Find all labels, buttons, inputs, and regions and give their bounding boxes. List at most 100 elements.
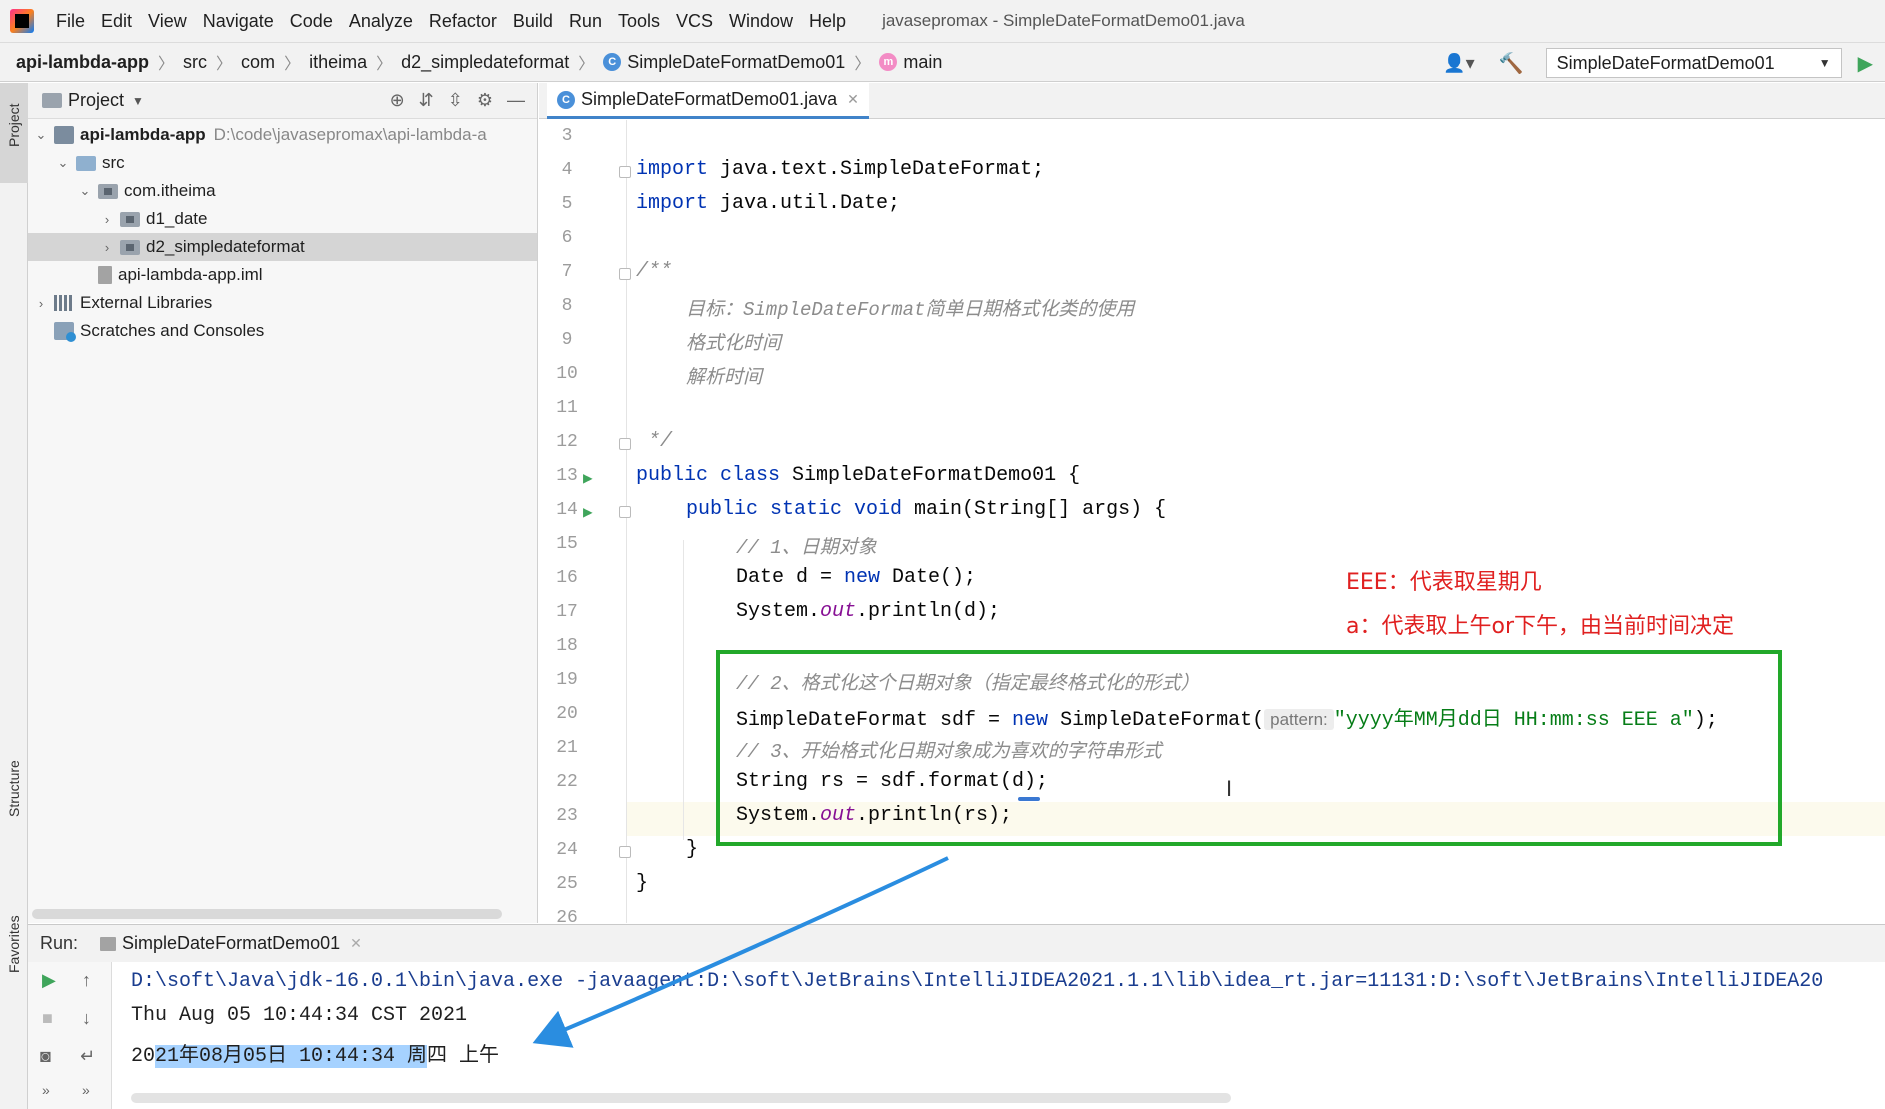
code-line-12: */ bbox=[636, 430, 673, 453]
nav-toolbar: 👤▾ 🔨 SimpleDateFormatDemo01 ▼ ▶ bbox=[1443, 43, 1885, 83]
tree-item-com-itheima[interactable]: ⌄ com.itheima bbox=[28, 177, 537, 205]
tree-item-label: com.itheima bbox=[124, 181, 216, 200]
soft-wrap-icon[interactable]: ↵ bbox=[80, 1046, 95, 1067]
package-icon bbox=[120, 211, 140, 227]
tree-item-label: Scratches and Consoles bbox=[80, 321, 265, 340]
run-configuration-select[interactable]: SimpleDateFormatDemo01 ▼ bbox=[1545, 48, 1842, 78]
tree-item-label: api-lambda-app bbox=[80, 125, 206, 144]
menu-help[interactable]: Help bbox=[801, 11, 854, 32]
run-tab[interactable]: SimpleDateFormatDemo01 ✕ bbox=[100, 933, 362, 954]
breadcrumb-method-label: main bbox=[903, 51, 943, 72]
breadcrumb-separator-icon: 〉 bbox=[854, 56, 871, 73]
tree-item-scratches[interactable]: Scratches and Consoles bbox=[28, 317, 537, 345]
line-number: 9 bbox=[561, 330, 573, 350]
chevron-down-icon[interactable]: ⌄ bbox=[34, 127, 48, 143]
horizontal-scrollbar[interactable] bbox=[131, 1093, 1231, 1103]
build-hammer-icon[interactable]: 🔨 bbox=[1499, 51, 1524, 76]
breadcrumb-itheima[interactable]: itheima bbox=[303, 52, 373, 73]
tree-item-project-root[interactable]: ⌄ api-lambda-app D:\code\javasepromax\ap… bbox=[28, 121, 537, 149]
class-icon: C bbox=[557, 90, 575, 109]
method-icon: m bbox=[879, 53, 898, 71]
settings-gear-icon[interactable]: ⚙ bbox=[477, 90, 493, 111]
menu-vcs[interactable]: VCS bbox=[668, 11, 721, 32]
scroll-down-icon[interactable]: ↓ bbox=[82, 1008, 91, 1029]
line-number: 14 bbox=[556, 500, 578, 520]
indent-guide bbox=[683, 540, 684, 840]
run-toolbar: ▶ ↑ ■ ↓ ◙ ↵ » » bbox=[28, 962, 112, 1109]
breadcrumb-method[interactable]: m main bbox=[873, 52, 948, 73]
structure-tool-label[interactable]: Structure bbox=[6, 760, 22, 817]
tree-item-iml[interactable]: api-lambda-app.iml bbox=[28, 261, 537, 289]
line-number: 19 bbox=[556, 670, 578, 690]
breadcrumb-class[interactable]: C SimpleDateFormatDemo01 bbox=[597, 52, 851, 73]
console-line: Thu Aug 05 10:44:34 CST 2021 bbox=[131, 1004, 468, 1027]
line-number: 4 bbox=[561, 160, 573, 180]
menu-analyze[interactable]: Analyze bbox=[341, 11, 421, 32]
menu-tools[interactable]: Tools bbox=[610, 11, 668, 32]
expand-all-icon[interactable]: ⇵ bbox=[419, 90, 434, 111]
line-number: 6 bbox=[561, 228, 573, 248]
code-line-10: 解析时间 bbox=[686, 367, 763, 389]
menu-run[interactable]: Run bbox=[561, 11, 610, 32]
chevron-right-icon[interactable]: › bbox=[100, 212, 114, 227]
locate-file-icon[interactable]: ⊕ bbox=[390, 90, 405, 111]
breadcrumb-package[interactable]: d2_simpledateformat bbox=[395, 52, 575, 73]
tree-item-src[interactable]: ⌄ src bbox=[28, 149, 537, 177]
project-panel: Project ▼ ⊕ ⇵ ⇳ ⚙ — ⌄ api-lambda-app D:\… bbox=[28, 83, 538, 923]
rerun-icon[interactable]: ▶ bbox=[42, 970, 56, 991]
run-method-gutter-icon[interactable]: ▶ bbox=[583, 502, 593, 522]
menu-file[interactable]: File bbox=[48, 11, 93, 32]
run-panel-header: Run: SimpleDateFormatDemo01 ✕ bbox=[28, 924, 1885, 962]
chevron-down-icon[interactable]: ⌄ bbox=[56, 155, 70, 171]
menu-navigate[interactable]: Navigate bbox=[195, 11, 282, 32]
tree-item-d2-simpledateformat[interactable]: › d2_simpledateformat bbox=[28, 233, 537, 261]
tree-item-label: src bbox=[102, 153, 125, 172]
stop-icon[interactable]: ■ bbox=[42, 1008, 53, 1029]
project-tool-label: Project bbox=[6, 103, 22, 147]
line-number: 18 bbox=[556, 636, 578, 656]
menu-code[interactable]: Code bbox=[282, 11, 341, 32]
menu-build[interactable]: Build bbox=[505, 11, 561, 32]
more-icon[interactable]: » bbox=[82, 1082, 90, 1098]
code-line-17: System.out.println(d); bbox=[736, 600, 1001, 623]
breadcrumb-project[interactable]: api-lambda-app bbox=[10, 52, 155, 73]
line-number: 25 bbox=[556, 874, 578, 894]
breadcrumb-com[interactable]: com bbox=[235, 52, 281, 73]
run-configuration-label: SimpleDateFormatDemo01 bbox=[1556, 52, 1775, 73]
scroll-up-icon[interactable]: ↑ bbox=[82, 970, 91, 991]
project-view-select[interactable]: Project ▼ bbox=[42, 90, 144, 111]
run-class-gutter-icon[interactable]: ▶ bbox=[583, 468, 593, 488]
more-icon[interactable]: » bbox=[42, 1082, 50, 1098]
code-line-13: public class SimpleDateFormatDemo01 { bbox=[636, 464, 1081, 487]
project-panel-tools: ⊕ ⇵ ⇳ ⚙ — bbox=[390, 90, 525, 111]
chevron-right-icon[interactable]: › bbox=[34, 296, 48, 311]
line-number: 15 bbox=[556, 534, 578, 554]
menu-refactor[interactable]: Refactor bbox=[421, 11, 505, 32]
tree-item-d1-date[interactable]: › d1_date bbox=[28, 205, 537, 233]
menu-edit[interactable]: Edit bbox=[93, 11, 140, 32]
close-icon[interactable]: ✕ bbox=[847, 91, 859, 108]
run-icon[interactable]: ▶ bbox=[1858, 51, 1873, 76]
menu-window[interactable]: Window bbox=[721, 11, 801, 32]
chevron-down-icon[interactable]: ⌄ bbox=[78, 183, 92, 199]
line-number: 17 bbox=[556, 602, 578, 622]
horizontal-scrollbar[interactable] bbox=[32, 909, 502, 919]
breadcrumb-src[interactable]: src bbox=[177, 52, 213, 73]
line-number: 3 bbox=[561, 126, 573, 146]
close-icon[interactable]: ✕ bbox=[350, 935, 362, 952]
chevron-right-icon[interactable]: › bbox=[100, 240, 114, 255]
hide-panel-icon[interactable]: — bbox=[507, 90, 525, 111]
project-tool-button[interactable]: Project bbox=[0, 83, 28, 183]
editor-tab-active[interactable]: C SimpleDateFormatDemo01.java ✕ bbox=[547, 83, 869, 119]
chevron-down-icon: ▼ bbox=[132, 93, 144, 108]
tree-item-external-libraries[interactable]: › External Libraries bbox=[28, 289, 537, 317]
camera-icon[interactable]: ◙ bbox=[40, 1046, 51, 1067]
console-output[interactable]: D:\soft\Java\jdk-16.0.1\bin\java.exe -ja… bbox=[113, 962, 1885, 1109]
user-icon[interactable]: 👤▾ bbox=[1443, 53, 1474, 74]
code-line-7: /** bbox=[636, 260, 673, 283]
favorites-tool-label[interactable]: Favorites bbox=[6, 915, 22, 973]
tree-item-label: d2_simpledateformat bbox=[146, 237, 305, 256]
collapse-all-icon[interactable]: ⇳ bbox=[448, 90, 463, 111]
menu-view[interactable]: View bbox=[140, 11, 195, 32]
line-number: 13 bbox=[556, 466, 578, 486]
